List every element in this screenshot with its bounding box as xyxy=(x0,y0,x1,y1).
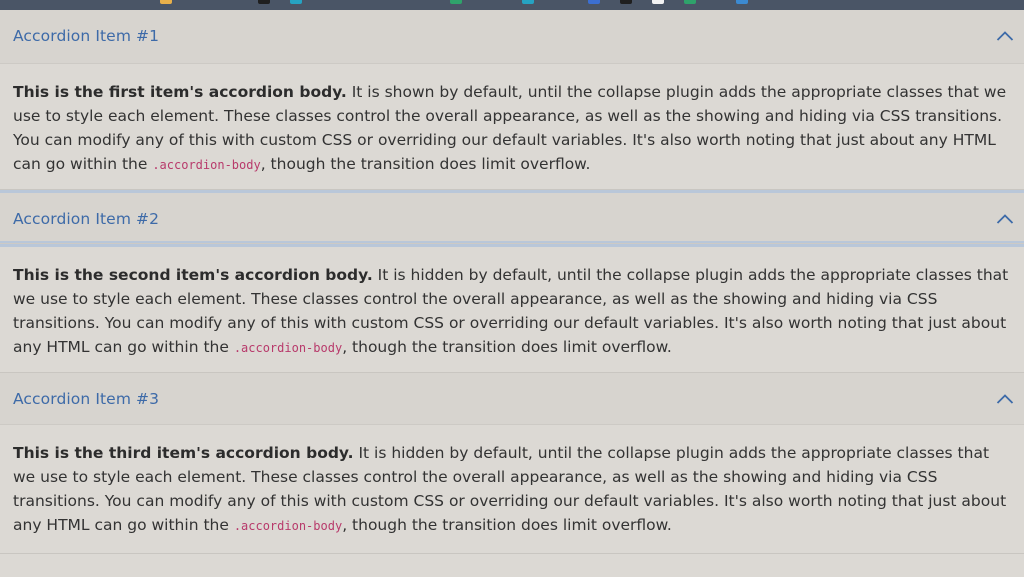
accordion-item-3: Accordion Item #3 This is the third item… xyxy=(0,373,1024,554)
chevron-up-icon xyxy=(996,31,1014,41)
bookmark-icon[interactable] xyxy=(684,0,696,4)
bookmark-icon[interactable] xyxy=(652,0,664,4)
accordion-body-code: .accordion-body xyxy=(233,341,343,355)
bookmark-icon[interactable] xyxy=(258,0,270,4)
accordion-button-1[interactable]: Accordion Item #1 xyxy=(0,10,1024,64)
bookmark-icon[interactable] xyxy=(620,0,632,4)
accordion-body-strong: This is the first item's accordion body. xyxy=(13,83,347,101)
accordion-body-code: .accordion-body xyxy=(233,519,343,533)
accordion-item-2: Accordion Item #2 This is the second ite… xyxy=(0,190,1024,373)
accordion-title: Accordion Item #1 xyxy=(13,27,160,45)
accordion-body-strong: This is the second item's accordion body… xyxy=(13,266,373,284)
browser-bookmarks-bar xyxy=(0,0,1024,10)
bookmark-icon[interactable] xyxy=(588,0,600,4)
accordion-button-3[interactable]: Accordion Item #3 xyxy=(0,373,1024,425)
accordion-body-3: This is the third item's accordion body.… xyxy=(0,425,1024,553)
accordion: Accordion Item #1 This is the first item… xyxy=(0,10,1024,554)
accordion-body-tail: , though the transition does limit overf… xyxy=(342,338,672,356)
accordion-button-2[interactable]: Accordion Item #2 xyxy=(0,190,1024,244)
accordion-body-code: .accordion-body xyxy=(152,158,261,172)
accordion-body-tail: , though the transition does limit overf… xyxy=(260,155,591,173)
bookmark-icon[interactable] xyxy=(736,0,748,4)
accordion-body-strong: This is the third item's accordion body. xyxy=(13,444,354,462)
bookmark-icon[interactable] xyxy=(522,0,534,4)
accordion-body-tail: , though the transition does limit overf… xyxy=(342,516,672,534)
accordion-body-1: This is the first item's accordion body.… xyxy=(0,64,1024,189)
bookmark-icon[interactable] xyxy=(290,0,302,4)
bookmark-icon[interactable] xyxy=(160,0,172,4)
accordion-body-2: This is the second item's accordion body… xyxy=(0,244,1024,372)
accordion-title: Accordion Item #3 xyxy=(13,390,160,408)
accordion-item-1: Accordion Item #1 This is the first item… xyxy=(0,10,1024,190)
chevron-up-icon xyxy=(996,394,1014,404)
chevron-up-icon xyxy=(996,214,1014,224)
bookmark-icon[interactable] xyxy=(450,0,462,4)
accordion-title: Accordion Item #2 xyxy=(13,210,160,228)
